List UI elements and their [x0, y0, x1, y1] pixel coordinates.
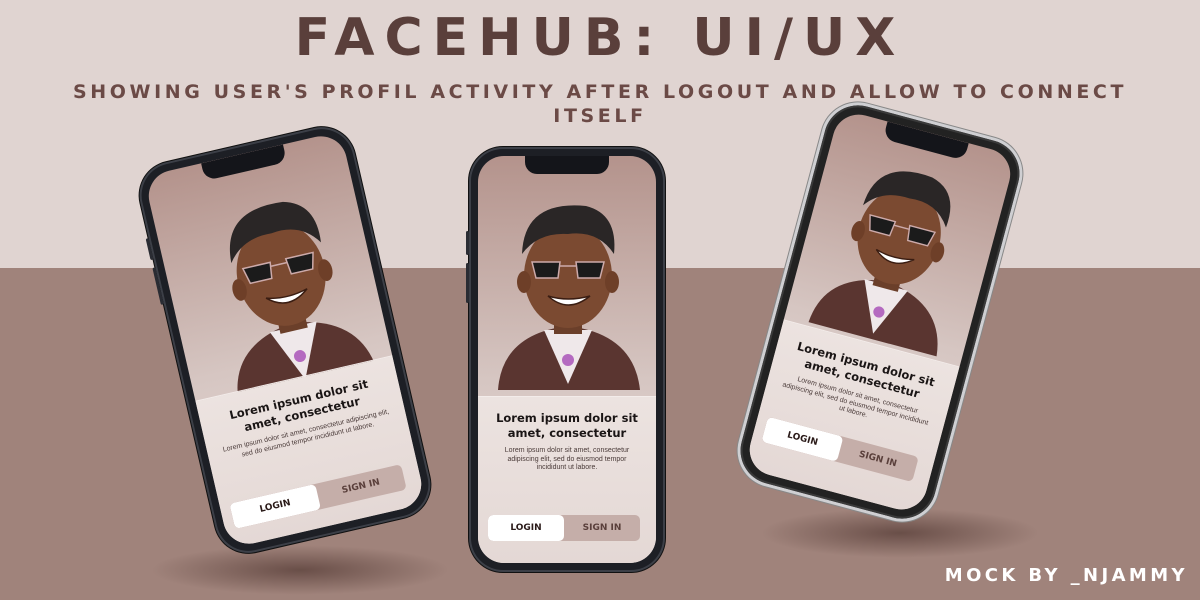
phone-mockup-center: Lorem ipsum dolor sit amet, consectetur … — [466, 147, 665, 572]
page-title: FACEHUB: UI/UX — [294, 8, 906, 68]
phone-screen: Lorem ipsum dolor sit amet, consectetur … — [478, 156, 656, 563]
sign-in-button[interactable]: SIGN IN — [837, 437, 919, 482]
login-button[interactable]: LOGIN — [761, 416, 844, 462]
phone-notch — [525, 156, 609, 174]
auth-toggle: LOGIN SIGN IN — [229, 464, 407, 530]
sign-in-button[interactable]: SIGN IN — [315, 464, 407, 509]
login-card: Lorem ipsum dolor sit amet, consectetur … — [478, 396, 656, 563]
page-subtitle: SHOWING USER'S PROFIL ACTIVITY AFTER LOG… — [72, 81, 1128, 127]
card-body-text: Lorem ipsum dolor sit amet, consectetur … — [504, 447, 630, 471]
card-heading: Lorem ipsum dolor sit amet, consectetur — [496, 411, 638, 440]
login-button[interactable]: LOGIN — [229, 483, 321, 530]
auth-toggle: LOGIN SIGN IN — [488, 515, 640, 541]
credit-text: MOCK BY _NJAMMY — [944, 565, 1188, 586]
avatar-illustration — [498, 205, 640, 390]
login-button[interactable]: LOGIN — [488, 515, 564, 541]
sign-in-button[interactable]: SIGN IN — [564, 515, 640, 541]
phone-shadow-left — [150, 545, 450, 595]
